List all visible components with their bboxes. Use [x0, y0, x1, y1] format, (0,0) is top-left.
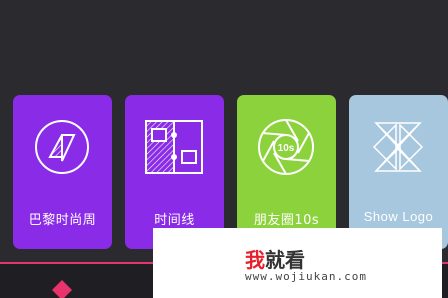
card-label: 时间线 [154, 213, 195, 228]
card-label: 朋友圈10s [253, 213, 320, 228]
watermark-banner: 我就看 www.wojiukan.com [153, 228, 442, 298]
card-label: 巴黎时尚周 [28, 213, 97, 228]
template-card-fashion-week[interactable]: 巴黎时尚周 [13, 95, 112, 249]
watermark-url: www.wojiukan.com [245, 270, 367, 283]
show-logo-icon [372, 122, 424, 172]
watermark-title-first: 我 [245, 248, 265, 272]
aperture-10s-text: 10s [278, 143, 295, 154]
watermark-title: 我就看 [245, 244, 305, 273]
template-card-show-logo[interactable]: Show Logo [349, 95, 448, 249]
fashion-week-icon [35, 120, 89, 174]
aperture-10s-icon: 10s [258, 119, 314, 175]
template-card-moments-10s[interactable]: 10s 朋友圈10s [237, 95, 336, 249]
watermark-title-rest: 就看 [265, 248, 305, 272]
card-label: Show Logo [363, 209, 434, 224]
diamond-icon[interactable] [42, 276, 82, 298]
template-card-timeline[interactable]: 时间线 [125, 95, 224, 249]
timeline-icon [145, 120, 203, 174]
preview-area [0, 0, 448, 82]
